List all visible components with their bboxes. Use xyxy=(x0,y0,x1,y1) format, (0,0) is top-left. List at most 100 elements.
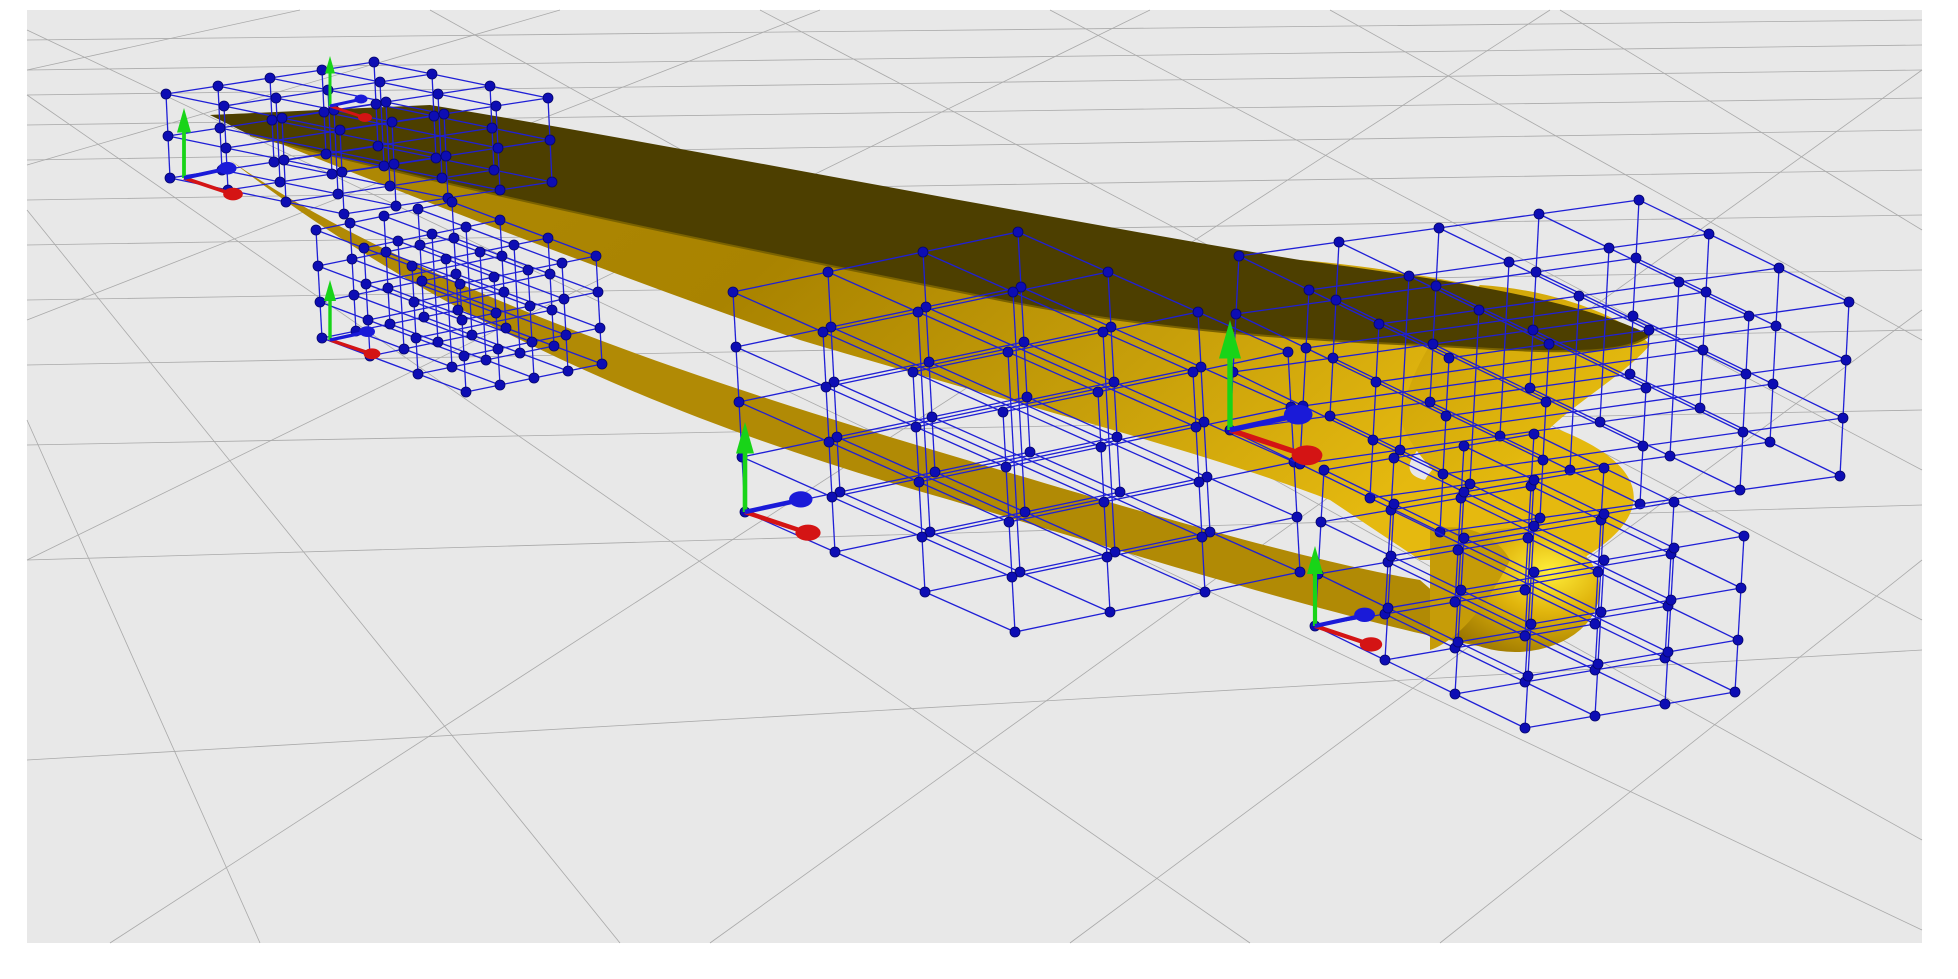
control-point[interactable] xyxy=(562,365,574,377)
control-point[interactable] xyxy=(1528,428,1540,440)
control-point[interactable] xyxy=(416,275,428,287)
z-axis-arrow-icon[interactable] xyxy=(218,161,237,175)
control-point[interactable] xyxy=(1452,636,1464,648)
control-point[interactable] xyxy=(500,322,512,334)
control-point[interactable] xyxy=(382,282,394,294)
control-point[interactable] xyxy=(1449,688,1461,700)
control-point[interactable] xyxy=(1330,294,1342,306)
control-point[interactable] xyxy=(446,196,458,208)
control-point[interactable] xyxy=(829,546,841,558)
control-point[interactable] xyxy=(332,188,344,200)
control-point[interactable] xyxy=(450,268,462,280)
control-point[interactable] xyxy=(266,114,278,126)
control-point[interactable] xyxy=(548,340,560,352)
control-point[interactable] xyxy=(310,224,322,236)
control-point[interactable] xyxy=(1458,486,1470,498)
control-point[interactable] xyxy=(484,80,496,92)
control-point[interactable] xyxy=(1633,194,1645,206)
control-point[interactable] xyxy=(1430,280,1442,292)
control-point[interactable] xyxy=(514,347,526,359)
control-point[interactable] xyxy=(214,122,226,134)
control-point[interactable] xyxy=(823,436,835,448)
control-point[interactable] xyxy=(1424,396,1436,408)
control-point[interactable] xyxy=(380,96,392,108)
control-point[interactable] xyxy=(1738,530,1750,542)
control-point[interactable] xyxy=(1729,686,1741,698)
z-axis-arrow-icon[interactable] xyxy=(1354,607,1375,622)
control-point[interactable] xyxy=(338,208,350,220)
control-point[interactable] xyxy=(264,72,276,84)
control-point[interactable] xyxy=(546,304,558,316)
control-point[interactable] xyxy=(730,341,742,353)
control-point[interactable] xyxy=(440,253,452,265)
control-point[interactable] xyxy=(1740,368,1752,380)
control-point[interactable] xyxy=(1018,336,1030,348)
control-point[interactable] xyxy=(596,358,608,370)
control-point[interactable] xyxy=(1443,352,1455,364)
control-point[interactable] xyxy=(542,92,554,104)
control-point[interactable] xyxy=(1385,550,1397,562)
control-point[interactable] xyxy=(1525,618,1537,630)
control-point[interactable] xyxy=(817,326,829,338)
control-point[interactable] xyxy=(490,307,502,319)
control-point[interactable] xyxy=(1104,606,1116,618)
control-point[interactable] xyxy=(458,350,470,362)
control-point[interactable] xyxy=(1703,228,1715,240)
control-point[interactable] xyxy=(546,176,558,188)
control-point[interactable] xyxy=(508,239,520,251)
control-point[interactable] xyxy=(1530,266,1542,278)
control-point[interactable] xyxy=(334,124,346,136)
control-point[interactable] xyxy=(1102,266,1114,278)
control-point[interactable] xyxy=(1637,440,1649,452)
control-point[interactable] xyxy=(1528,474,1540,486)
control-point[interactable] xyxy=(1192,306,1204,318)
control-point[interactable] xyxy=(1668,496,1680,508)
control-point[interactable] xyxy=(488,271,500,283)
control-point[interactable] xyxy=(1843,296,1855,308)
control-point[interactable] xyxy=(1840,354,1852,366)
control-point[interactable] xyxy=(1603,242,1615,254)
x-axis-arrow-icon[interactable] xyxy=(358,113,372,122)
control-point[interactable] xyxy=(1592,658,1604,670)
control-point[interactable] xyxy=(414,239,426,251)
control-point[interactable] xyxy=(926,411,938,423)
control-point[interactable] xyxy=(1324,410,1336,422)
control-point[interactable] xyxy=(1598,508,1610,520)
control-point[interactable] xyxy=(1006,571,1018,583)
control-point[interactable] xyxy=(1659,698,1671,710)
control-point[interactable] xyxy=(494,184,506,196)
control-point[interactable] xyxy=(278,154,290,166)
control-point[interactable] xyxy=(917,246,929,258)
control-point[interactable] xyxy=(1024,446,1036,458)
control-point[interactable] xyxy=(1668,542,1680,554)
control-point[interactable] xyxy=(1452,544,1464,556)
control-point[interactable] xyxy=(496,250,508,262)
control-point[interactable] xyxy=(1767,378,1779,390)
control-point[interactable] xyxy=(1233,250,1245,262)
control-point[interactable] xyxy=(1002,346,1014,358)
control-point[interactable] xyxy=(1662,646,1674,658)
control-point[interactable] xyxy=(1007,286,1019,298)
control-point[interactable] xyxy=(398,343,410,355)
control-point[interactable] xyxy=(1640,382,1652,394)
control-point[interactable] xyxy=(544,134,556,146)
3d-viewport[interactable] xyxy=(0,0,1958,979)
control-point[interactable] xyxy=(1373,318,1385,330)
z-axis-arrow-icon[interactable] xyxy=(359,326,376,337)
control-point[interactable] xyxy=(923,356,935,368)
control-point[interactable] xyxy=(1333,236,1345,248)
control-point[interactable] xyxy=(1594,416,1606,428)
control-point[interactable] xyxy=(907,366,919,378)
control-point[interactable] xyxy=(498,286,510,298)
control-point[interactable] xyxy=(1382,602,1394,614)
control-point[interactable] xyxy=(522,264,534,276)
control-point[interactable] xyxy=(1196,531,1208,543)
control-point[interactable] xyxy=(1770,320,1782,332)
control-point[interactable] xyxy=(160,88,172,100)
control-point[interactable] xyxy=(220,142,232,154)
control-point[interactable] xyxy=(446,361,458,373)
control-point[interactable] xyxy=(438,108,450,120)
control-point[interactable] xyxy=(372,140,384,152)
control-point[interactable] xyxy=(1114,486,1126,498)
control-point[interactable] xyxy=(1837,412,1849,424)
